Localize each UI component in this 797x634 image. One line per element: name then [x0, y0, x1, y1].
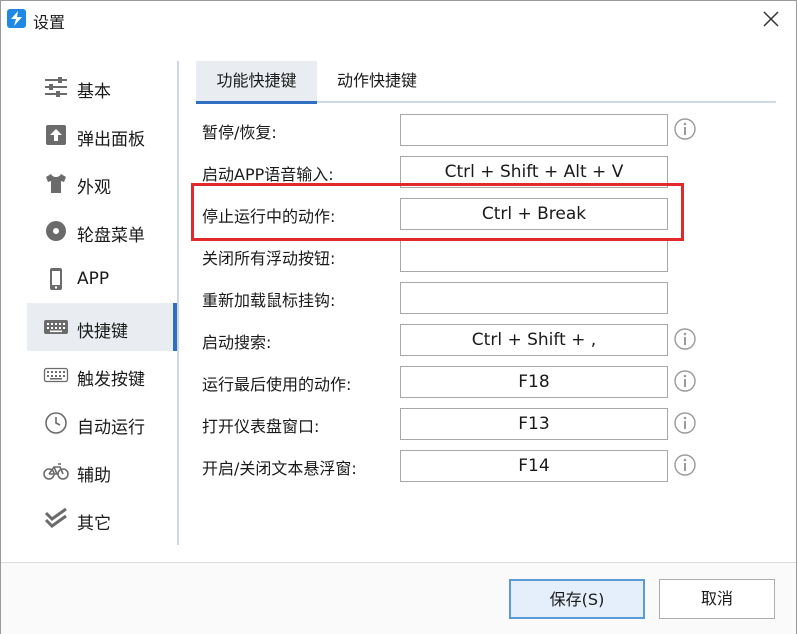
tab-action-shortcuts[interactable]: 动作快捷键 [317, 61, 437, 101]
sidebar-item-label: 弹出面板 [77, 130, 145, 150]
cancel-button[interactable]: 取消 [659, 579, 775, 619]
shortcut-label: 开启/关闭文本悬浮窗: [202, 459, 357, 478]
sidebar-item-label: 辅助 [77, 466, 111, 486]
sidebar-item-wheel-menu[interactable]: 轮盘菜单 [27, 207, 175, 255]
shortcut-input-close-floating-buttons[interactable] [400, 240, 668, 272]
tab-function-shortcuts[interactable]: 功能快捷键 [196, 61, 317, 104]
disc-icon [43, 219, 69, 243]
title-bar: 设置 [1, 1, 796, 37]
keyboard-icon [43, 315, 69, 339]
shortcut-label: 暂停/恢复: [202, 123, 277, 142]
shortcut-label: 打开仪表盘窗口: [202, 417, 320, 436]
sidebar-item-label: 触发按键 [77, 370, 145, 390]
sliders-icon [43, 75, 69, 99]
shortcut-input-pause-resume[interactable] [400, 114, 668, 146]
sidebar-item-app[interactable]: APP [27, 255, 175, 303]
sidebar-item-trigger-keys[interactable]: 触发按键 [27, 351, 175, 399]
bicycle-icon [43, 459, 69, 483]
tab-bar: 功能快捷键 动作快捷键 [196, 61, 776, 104]
upload-icon [43, 123, 69, 147]
info-icon[interactable] [673, 411, 697, 435]
shortcut-label: 重新加载鼠标挂钩: [202, 291, 336, 310]
highlight-annotation [191, 183, 684, 241]
clock-icon [43, 411, 69, 435]
keyboard-outline-icon [43, 363, 69, 387]
sidebar-item-other[interactable]: 其它 [27, 495, 175, 543]
shortcut-input-last-action[interactable]: F18 [400, 366, 668, 398]
sidebar-item-popup-panel[interactable]: 弹出面板 [27, 111, 175, 159]
shirt-icon [43, 171, 69, 195]
info-icon[interactable] [673, 117, 697, 141]
info-icon[interactable] [673, 327, 697, 351]
sidebar-item-label: APP [77, 269, 110, 289]
shortcut-input-dashboard[interactable]: F13 [400, 408, 668, 440]
sidebar-item-label: 基本 [77, 82, 111, 102]
shortcut-input-search[interactable]: Ctrl + Shift + , [400, 324, 668, 356]
shortcut-label: 关闭所有浮动按钮: [202, 249, 336, 268]
shortcut-label: 启动APP语音输入: [202, 165, 334, 184]
sidebar: 基本 弹出面板 外观 轮盘菜单 APP 快捷键 触发按键 自动运行 辅助 其它 [27, 61, 179, 545]
sidebar-item-appearance[interactable]: 外观 [27, 159, 175, 207]
info-icon[interactable] [673, 369, 697, 393]
shortcut-input-reload-mouse-hook[interactable] [400, 282, 668, 314]
info-icon[interactable] [673, 453, 697, 477]
sidebar-item-label: 自动运行 [77, 418, 145, 438]
lightning-icon [7, 9, 26, 28]
sidebar-item-label: 其它 [77, 514, 111, 534]
shortcut-label: 运行最后使用的动作: [202, 375, 352, 394]
close-icon[interactable] [760, 8, 782, 30]
sidebar-item-label: 快捷键 [77, 322, 128, 342]
shortcut-label: 启动搜索: [202, 333, 272, 352]
shortcut-input-text-float[interactable]: F14 [400, 450, 668, 482]
save-button[interactable]: 保存(S) [509, 579, 645, 619]
settings-window: 设置 基本 弹出面板 外观 轮盘菜单 APP 快捷键 触发按键 自动运行 辅助 … [0, 0, 797, 634]
sidebar-item-label: 轮盘菜单 [77, 226, 145, 246]
sidebar-item-shortcuts[interactable]: 快捷键 [27, 303, 177, 351]
sidebar-item-autorun[interactable]: 自动运行 [27, 399, 175, 447]
sidebar-item-label: 外观 [77, 178, 111, 198]
check-stack-icon [43, 507, 69, 531]
window-title: 设置 [33, 13, 66, 32]
sidebar-item-assist[interactable]: 辅助 [27, 447, 175, 495]
sidebar-item-basic[interactable]: 基本 [27, 63, 175, 111]
phone-icon [43, 267, 69, 291]
